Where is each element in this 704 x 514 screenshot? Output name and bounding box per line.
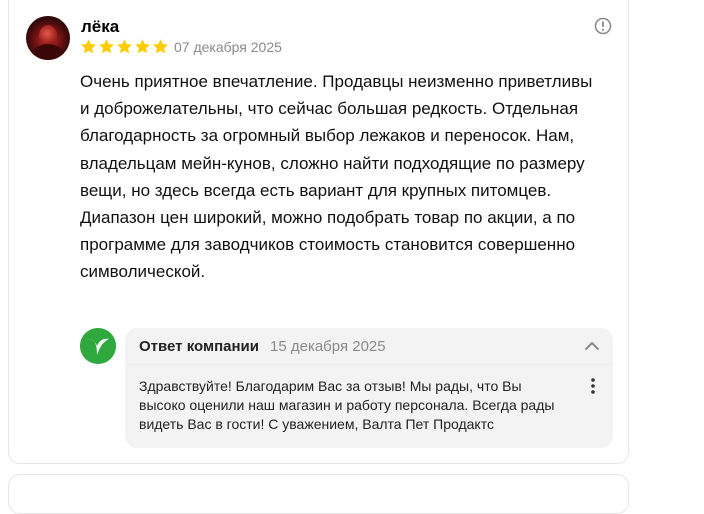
company-logo-mark (80, 328, 116, 364)
reply-divider (125, 364, 613, 365)
rating-stars (80, 38, 169, 55)
star-icon (117, 39, 132, 54)
star-icon (135, 39, 150, 54)
company-reply: Ответ компании 15 декабря 2025 Здравству… (125, 328, 613, 448)
kebab-menu-icon[interactable] (589, 377, 597, 395)
reply-date: 15 декабря 2025 (270, 338, 386, 355)
star-icon (153, 39, 168, 54)
star-icon (99, 39, 114, 54)
star-icon (81, 39, 96, 54)
review-date: 07 декабря 2025 (174, 39, 282, 55)
review-author[interactable]: лёка (81, 17, 119, 37)
next-review-card (8, 474, 629, 514)
reply-text: Здравствуйте! Благодарим Вас за отзыв! М… (139, 378, 555, 432)
user-avatar[interactable] (26, 16, 70, 60)
company-logo (80, 328, 116, 364)
reply-title: Ответ компании (139, 338, 259, 355)
info-icon[interactable] (594, 17, 612, 35)
avatar-body (32, 44, 64, 60)
review-text: Очень приятное впечатление. Продавцы неи… (80, 72, 593, 282)
chevron-up-icon[interactable] (584, 340, 600, 352)
